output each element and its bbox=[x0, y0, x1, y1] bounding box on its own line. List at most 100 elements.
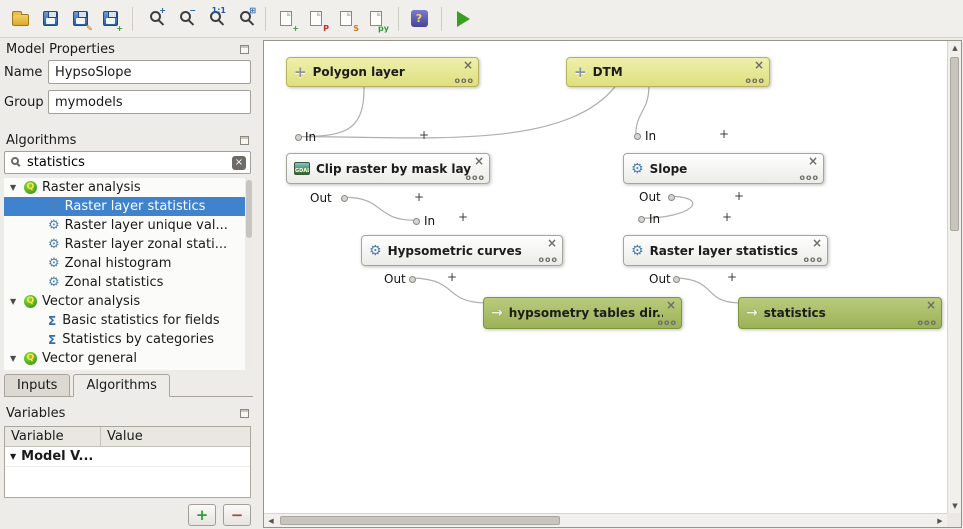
algorithm-item[interactable]: ΣStatistics by categories bbox=[4, 330, 253, 349]
tab-inputs[interactable]: Inputs bbox=[4, 374, 70, 396]
rstats-in-port-socket-icon[interactable] bbox=[638, 216, 645, 223]
export-as-script-button[interactable]: py bbox=[362, 5, 390, 33]
add-variable-button[interactable]: + bbox=[188, 504, 216, 526]
run-model-button[interactable] bbox=[448, 5, 476, 33]
horizontal-scrollbar[interactable]: ◀ ▶ bbox=[264, 513, 947, 527]
algorithm-item[interactable]: ⚙Zonal histogram bbox=[4, 254, 253, 273]
algorithm-item[interactable]: ⚙Raster layer zonal stati... bbox=[4, 235, 253, 254]
save-model-as-button[interactable]: ✎ bbox=[66, 5, 94, 33]
rstats-in-port-label: In bbox=[649, 212, 660, 226]
slope-in-port-socket-icon[interactable] bbox=[634, 133, 641, 140]
rstats-in-port-plus-icon[interactable]: + bbox=[722, 210, 732, 224]
zoom-out-button[interactable]: − bbox=[169, 5, 197, 33]
rstats-out-port-socket-icon[interactable] bbox=[673, 276, 680, 283]
slope-in-port-plus-icon[interactable]: + bbox=[719, 127, 729, 141]
save-model-icon bbox=[43, 11, 58, 26]
node-options-icon[interactable]: ooo bbox=[658, 318, 678, 327]
output-hypsometry-tables[interactable]: →hypsometry tables dir...×ooo bbox=[483, 297, 682, 329]
algorithm-item[interactable]: ⚙Raster layer unique val... bbox=[4, 216, 253, 235]
export-as-svg-button[interactable]: S bbox=[332, 5, 360, 33]
horizontal-scrollbar-thumb[interactable] bbox=[280, 516, 560, 525]
node-options-icon[interactable]: ooo bbox=[455, 76, 475, 85]
input-plus-icon: + bbox=[294, 65, 307, 80]
node-options-icon[interactable]: ooo bbox=[800, 173, 820, 182]
algorithm-item[interactable]: ⚙Raster layer statistics bbox=[4, 197, 253, 216]
delete-node-icon[interactable]: × bbox=[547, 237, 557, 249]
output-statistics[interactable]: →statistics×ooo bbox=[738, 297, 942, 329]
remove-variable-button[interactable]: − bbox=[223, 504, 251, 526]
hypso-in-port-socket-icon[interactable] bbox=[413, 218, 420, 225]
search-input[interactable] bbox=[27, 155, 228, 170]
hypso-out-port-socket-icon[interactable] bbox=[409, 276, 416, 283]
algorithm-search: × bbox=[4, 151, 251, 174]
hypso-out-port-plus-icon[interactable]: + bbox=[447, 270, 457, 284]
delete-node-icon[interactable]: × bbox=[666, 299, 676, 311]
alg-clip-raster-by-mask-layer[interactable]: GDALClip raster by mask layer×ooo bbox=[286, 153, 490, 184]
clip-in-port-label: In bbox=[305, 130, 316, 144]
clip-in-port-plus-icon[interactable]: + bbox=[419, 128, 429, 142]
model-canvas[interactable]: +Polygon layer×ooo+DTM×oooGDALClip raste… bbox=[263, 40, 962, 528]
algorithm-group[interactable]: ▼QVector general bbox=[4, 349, 253, 368]
help-button[interactable]: ? bbox=[405, 5, 433, 33]
export-as-pdf-button[interactable]: P bbox=[302, 5, 330, 33]
rstats-out-port-plus-icon[interactable]: + bbox=[727, 270, 737, 284]
delete-node-icon[interactable]: × bbox=[812, 237, 822, 249]
model-group-input[interactable] bbox=[48, 90, 251, 114]
tree-scrollbar[interactable] bbox=[245, 178, 253, 370]
open-model-button[interactable] bbox=[6, 5, 34, 33]
export-as-image-button[interactable]: + bbox=[272, 5, 300, 33]
scroll-right-icon[interactable]: ▶ bbox=[933, 514, 947, 528]
tab-algorithms[interactable]: Algorithms bbox=[73, 374, 169, 397]
input-dtm[interactable]: +DTM×ooo bbox=[566, 57, 770, 87]
clip-out-port-socket-icon[interactable] bbox=[341, 195, 348, 202]
algorithm-group[interactable]: ▼QRaster analysis bbox=[4, 178, 253, 197]
algorithm-group[interactable]: ▼QVector analysis bbox=[4, 292, 253, 311]
clip-out-port-plus-icon[interactable]: + bbox=[414, 190, 424, 204]
export-as-svg-icon bbox=[340, 11, 352, 26]
model-name-row: Name bbox=[4, 60, 251, 84]
qgis-logo-icon: Q bbox=[24, 181, 37, 194]
float-panel-icon[interactable] bbox=[240, 45, 249, 54]
hypso-in-port-plus-icon[interactable]: + bbox=[458, 210, 468, 224]
variable-column-header: Variable bbox=[5, 427, 101, 447]
save-model-button[interactable] bbox=[36, 5, 64, 33]
zoom-full-button[interactable]: ⊞ bbox=[229, 5, 257, 33]
scroll-up-icon[interactable]: ▲ bbox=[948, 41, 962, 55]
node-options-icon[interactable]: ooo bbox=[746, 76, 766, 85]
alg-hypsometric-curves[interactable]: ⚙Hypsometric curves×ooo bbox=[361, 235, 563, 266]
node-options-icon[interactable]: ooo bbox=[539, 255, 559, 264]
qgis-logo-icon: Q bbox=[24, 352, 37, 365]
input-polygon-layer[interactable]: +Polygon layer×ooo bbox=[286, 57, 479, 87]
chevron-down-icon[interactable]: ▼ bbox=[10, 354, 24, 363]
delete-node-icon[interactable]: × bbox=[754, 59, 764, 71]
slope-out-port-socket-icon[interactable] bbox=[668, 194, 675, 201]
node-options-icon[interactable]: ooo bbox=[804, 255, 824, 264]
delete-node-icon[interactable]: × bbox=[463, 59, 473, 71]
model-name-input[interactable] bbox=[48, 60, 251, 84]
scroll-down-icon[interactable]: ▼ bbox=[948, 499, 962, 513]
tree-scrollbar-thumb[interactable] bbox=[246, 180, 252, 238]
node-options-icon[interactable]: ooo bbox=[466, 173, 486, 182]
vertical-scrollbar-thumb[interactable] bbox=[950, 57, 959, 231]
clear-search-icon[interactable]: × bbox=[232, 156, 246, 170]
algorithm-item[interactable]: ⚙Zonal statistics bbox=[4, 273, 253, 292]
float-panel-icon[interactable] bbox=[240, 409, 249, 418]
scroll-left-icon[interactable]: ◀ bbox=[264, 514, 278, 528]
chevron-down-icon[interactable]: ▼ bbox=[10, 297, 24, 306]
algorithm-item[interactable]: ΣBasic statistics for fields bbox=[4, 311, 253, 330]
chevron-down-icon[interactable]: ▼ bbox=[10, 183, 24, 192]
alg-slope[interactable]: ⚙Slope×ooo bbox=[623, 153, 824, 184]
model-variables-row[interactable]: ▼ Model V... bbox=[5, 447, 250, 467]
alg-raster-layer-statistics[interactable]: ⚙Raster layer statistics×ooo bbox=[623, 235, 828, 266]
delete-node-icon[interactable]: × bbox=[474, 155, 484, 167]
delete-node-icon[interactable]: × bbox=[808, 155, 818, 167]
clip-in-port-socket-icon[interactable] bbox=[295, 134, 302, 141]
zoom-in-button[interactable]: + bbox=[139, 5, 167, 33]
float-panel-icon[interactable] bbox=[240, 136, 249, 145]
delete-node-icon[interactable]: × bbox=[926, 299, 936, 311]
zoom-actual-button[interactable]: 1:1 bbox=[199, 5, 227, 33]
vertical-scrollbar[interactable]: ▲ ▼ bbox=[947, 41, 961, 513]
node-options-icon[interactable]: ooo bbox=[918, 318, 938, 327]
save-model-in-project-button[interactable]: + bbox=[96, 5, 124, 33]
slope-out-port-plus-icon[interactable]: + bbox=[734, 189, 744, 203]
